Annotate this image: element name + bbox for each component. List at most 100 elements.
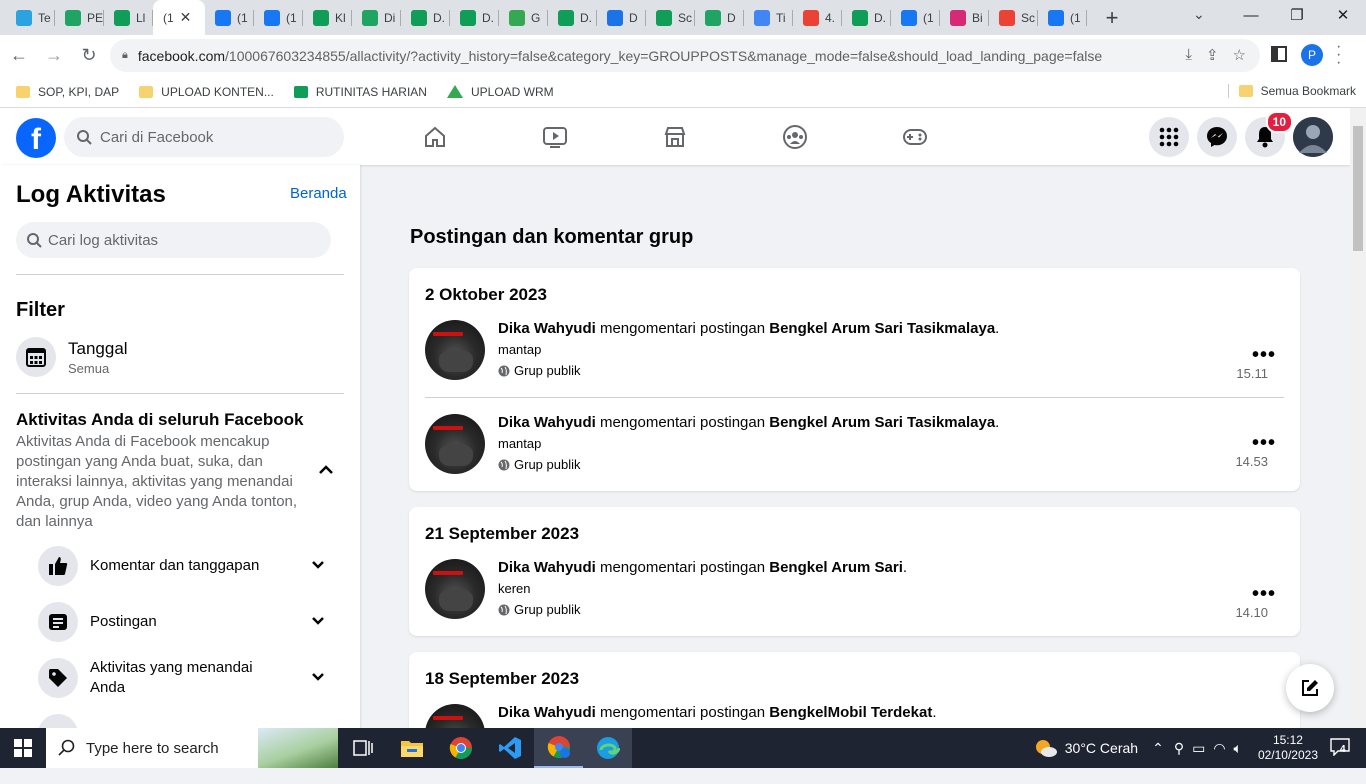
clock[interactable]: 15:12 02/10/2023 (1258, 733, 1318, 763)
file-explorer-button[interactable] (387, 728, 436, 768)
tab-search-icon[interactable]: ⌄ (1193, 6, 1205, 23)
address-bar[interactable]: 🔒︎ facebook.com/100067603234855/allactiv… (110, 39, 1260, 72)
category-more[interactable] (38, 714, 328, 728)
group-name[interactable]: BengkelMobil Terdekat (769, 704, 932, 721)
more-options-icon[interactable]: ••• (1252, 583, 1276, 606)
minimize-button[interactable]: — (1228, 0, 1274, 35)
menu-grid-button[interactable] (1149, 117, 1189, 157)
profile-avatar[interactable]: P (1301, 44, 1323, 66)
messenger-button[interactable] (1197, 117, 1237, 157)
restore-button[interactable]: ❐ (1274, 0, 1320, 35)
share-icon[interactable]: ⇪ (1206, 46, 1219, 64)
taskbar-search-input[interactable]: Type here to search (46, 728, 338, 768)
page-scrollbar[interactable] (1350, 108, 1366, 728)
activity-entry[interactable]: Dika Wahyudi mengomentari postingan Beng… (425, 414, 1284, 494)
actor-name[interactable]: Dika Wahyudi (498, 320, 596, 337)
facebook-logo[interactable]: f (16, 118, 56, 158)
browser-tab[interactable]: G (499, 0, 548, 35)
chevron-down-icon[interactable] (308, 669, 328, 687)
chevron-down-icon[interactable] (308, 557, 328, 575)
wifi-icon[interactable]: ◠ (1213, 740, 1225, 757)
browser-tab[interactable]: D. (450, 0, 499, 35)
forward-button[interactable]: → (38, 45, 70, 66)
side-panel-icon[interactable] (1271, 46, 1287, 62)
install-icon[interactable]: ⤓ (1185, 46, 1192, 64)
all-bookmarks[interactable]: Semua Bookmark (1227, 84, 1356, 98)
home-link[interactable]: Beranda (290, 185, 347, 202)
browser-tab[interactable]: Bi (940, 0, 989, 35)
new-post-button[interactable] (1286, 664, 1334, 712)
browser-tab[interactable]: D (695, 0, 744, 35)
browser-tab[interactable]: (1 (205, 0, 254, 35)
weather-icon[interactable] (1033, 737, 1059, 759)
bookmark-item[interactable]: SOP, KPI, DAP (16, 85, 119, 99)
nav-gaming-tab[interactable] (855, 108, 975, 165)
bookmark-star-icon[interactable]: ☆ (1233, 46, 1246, 64)
browser-menu-icon[interactable]: · · · (1336, 39, 1341, 71)
account-avatar[interactable] (1293, 117, 1333, 157)
facebook-search-input[interactable]: Cari di Facebook (64, 117, 344, 157)
browser-tab[interactable]: Sc (989, 0, 1038, 35)
meet-icon[interactable]: ⚲ (1174, 740, 1184, 757)
windows-start-button[interactable] (0, 728, 46, 768)
scrollbar-thumb[interactable] (1353, 126, 1363, 251)
browser-tab[interactable]: PE (55, 0, 104, 35)
chrome-button[interactable] (436, 728, 485, 768)
group-name[interactable]: Bengkel Arum Sari (769, 559, 903, 576)
date-filter-button[interactable] (16, 337, 56, 377)
close-button[interactable]: ✕ (1320, 0, 1366, 35)
reload-button[interactable]: ↻ (73, 45, 105, 66)
actor-name[interactable]: Dika Wahyudi (498, 559, 596, 576)
browser-tab[interactable]: D. (401, 0, 450, 35)
chrome-profile-button[interactable] (534, 728, 583, 768)
activity-entry[interactable]: Dika Wahyudi mengomentari postingan Beng… (425, 559, 1284, 639)
group-name[interactable]: Bengkel Arum Sari Tasikmalaya (769, 320, 995, 337)
browser-tab[interactable]: Kl (303, 0, 352, 35)
chevron-up-icon[interactable]: ⌃ (1152, 740, 1164, 757)
nav-video-tab[interactable] (495, 108, 615, 165)
browser-tab[interactable]: D (597, 0, 646, 35)
task-view-button[interactable] (338, 728, 387, 768)
category-comments[interactable]: Komentar dan tanggapan (38, 546, 328, 586)
bookmark-item[interactable]: UPLOAD WRM (446, 85, 554, 99)
browser-tab[interactable]: (1 ✕ (153, 0, 205, 35)
nav-home-tab[interactable] (375, 108, 495, 165)
more-options-icon[interactable]: ••• (1252, 344, 1276, 367)
more-options-icon[interactable]: ••• (1252, 432, 1276, 455)
bookmark-item[interactable]: RUTINITAS HARIAN (293, 85, 427, 99)
browser-tab[interactable]: Te (6, 0, 55, 35)
browser-tab[interactable]: Di (352, 0, 401, 35)
nav-groups-tab[interactable] (735, 108, 855, 165)
browser-tab[interactable]: 4. (793, 0, 842, 35)
browser-tab[interactable]: Ll (104, 0, 153, 35)
battery-icon[interactable]: ▭ (1192, 740, 1205, 757)
new-tab-button[interactable]: + (1097, 5, 1127, 31)
chevron-down-icon[interactable] (308, 613, 328, 631)
browser-tab[interactable]: D. (842, 0, 891, 35)
bookmark-item[interactable]: UPLOAD KONTEN... (139, 85, 274, 99)
category-tags[interactable]: Aktivitas yang menandai Anda (38, 658, 328, 698)
back-button[interactable]: ← (3, 45, 35, 66)
chevron-up-icon[interactable] (318, 462, 334, 480)
category-posts[interactable]: Postingan (38, 602, 328, 642)
activity-entry[interactable]: Dika Wahyudi mengomentari postingan Beng… (425, 320, 1284, 400)
browser-tab[interactable]: Ti (744, 0, 793, 35)
browser-tab[interactable]: (1 (1038, 0, 1087, 35)
vscode-button[interactable] (485, 728, 534, 768)
group-name[interactable]: Bengkel Arum Sari Tasikmalaya (769, 414, 995, 431)
activity-search-input[interactable]: Cari log aktivitas (16, 222, 331, 258)
date-filter-label[interactable]: Tanggal (68, 339, 128, 359)
browser-tab[interactable]: D. (548, 0, 597, 35)
notifications-button[interactable]: 10 (1245, 111, 1293, 157)
edge-button[interactable] (583, 728, 632, 768)
actor-name[interactable]: Dika Wahyudi (498, 704, 596, 721)
notification-center-button[interactable]: 4 (1330, 737, 1360, 759)
weather-label[interactable]: 30°C Cerah (1065, 740, 1138, 756)
tab-close-icon[interactable]: ✕ (180, 9, 192, 26)
browser-tab[interactable]: (1 (891, 0, 940, 35)
browser-tab[interactable]: (1 (254, 0, 303, 35)
actor-name[interactable]: Dika Wahyudi (498, 414, 596, 431)
nav-marketplace-tab[interactable] (615, 108, 735, 165)
browser-tab[interactable]: Sc (646, 0, 695, 35)
volume-icon[interactable]: 🔈︎ (1234, 740, 1242, 757)
